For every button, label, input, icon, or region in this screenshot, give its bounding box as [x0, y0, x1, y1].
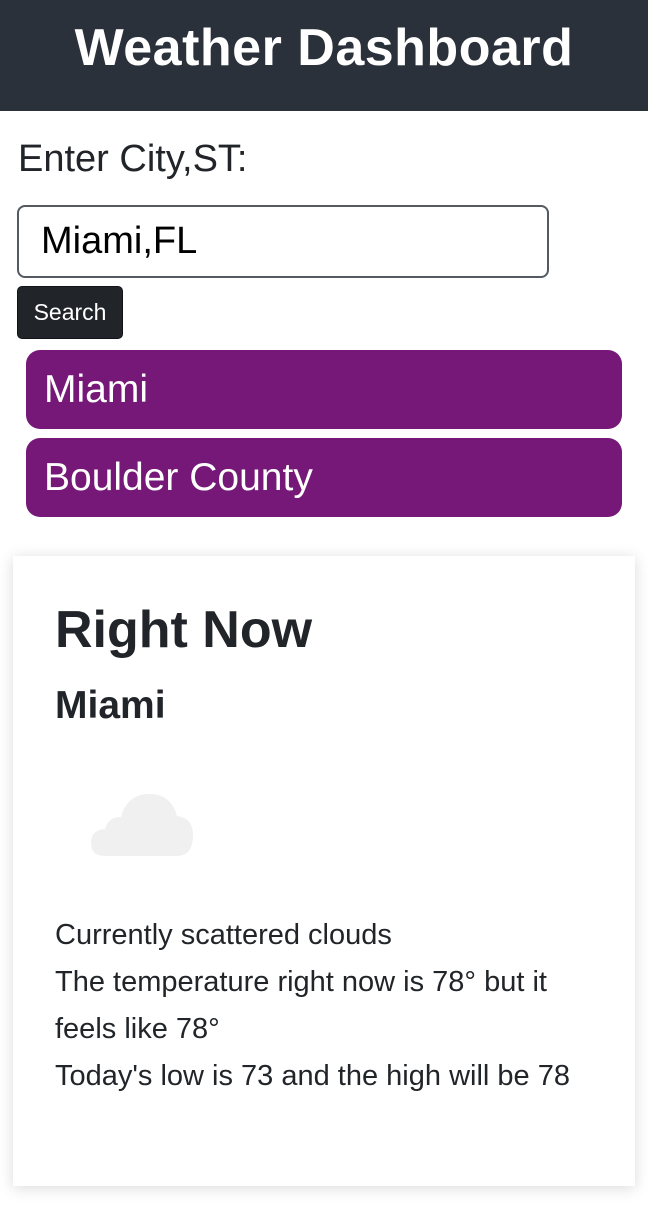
current-weather-title: Right Now — [55, 601, 313, 659]
weather-details: Currently scattered clouds The temperatu… — [55, 912, 615, 1100]
current-weather-card: Right Now Miami Currently scattered clou… — [13, 556, 635, 1186]
city-input-label: Enter City,ST: — [18, 138, 248, 180]
history-item-boulder-county[interactable]: Boulder County — [26, 438, 622, 517]
page-title: Weather Dashboard — [74, 18, 574, 77]
search-button[interactable]: Search — [17, 286, 123, 339]
temperature-text: The temperature right now is 78° but it … — [55, 966, 547, 1045]
current-city-name: Miami — [55, 684, 166, 727]
weather-condition: Currently scattered clouds — [55, 919, 392, 951]
history-item-miami[interactable]: Miami — [26, 350, 622, 429]
city-search-input[interactable] — [17, 205, 549, 278]
cloud-icon — [87, 788, 197, 862]
app-header: Weather Dashboard — [0, 0, 648, 111]
low-high-text: Today's low is 73 and the high will be 7… — [55, 1060, 570, 1092]
